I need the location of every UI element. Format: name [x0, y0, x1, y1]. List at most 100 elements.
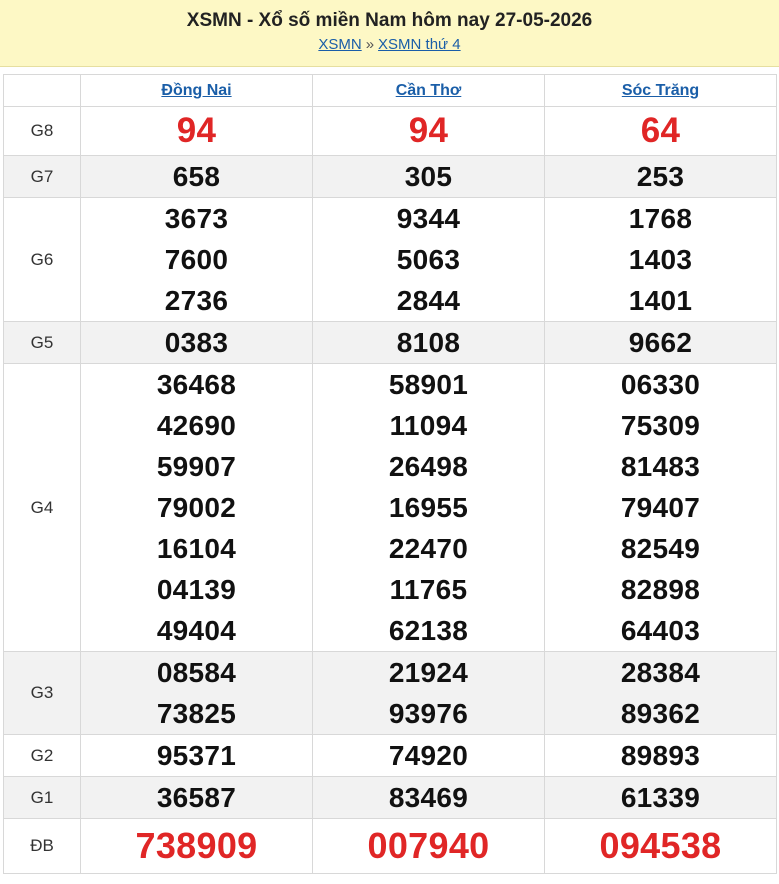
breadcrumb-link-xsmn[interactable]: XSMN — [318, 36, 361, 53]
prize-number: 75309 — [620, 410, 701, 441]
prize-number: 89362 — [620, 698, 701, 729]
prize-number: 94 — [176, 111, 217, 150]
province-link-soc-trang[interactable]: Sóc Trăng — [622, 82, 699, 99]
prize-number: 7600 — [164, 244, 229, 275]
prize-cell-g8-province-0: 94 — [80, 106, 313, 156]
prize-number: 81483 — [620, 451, 701, 482]
prize-number: 74920 — [388, 740, 469, 771]
prize-number: 11094 — [389, 410, 468, 441]
prize-cell-g7-province-2: 253 — [544, 155, 777, 198]
results-table: Đồng Nai Cần Thơ Sóc Trăng G8 94 94 64 G7 658… — [3, 74, 777, 874]
prize-number: 305 — [404, 161, 453, 192]
prize-number: 094538 — [599, 825, 722, 866]
breadcrumb-link-xsmn-thu-4[interactable]: XSMN thứ 4 — [378, 36, 461, 53]
page-header: XSMN - Xổ số miền Nam hôm nay 27-05-2026… — [0, 0, 779, 67]
prize-number: 06330 — [620, 369, 701, 400]
prize-cell-g4-province-2: 06330 75309 81483 79407 82549 82898 64403 — [544, 363, 777, 652]
prize-cell-g4-province-0: 36468 42690 59907 79002 16104 04139 49404 — [80, 363, 313, 652]
prize-label-g4: G4 — [3, 363, 81, 652]
prize-number: 11765 — [389, 574, 468, 605]
prize-number: 22470 — [388, 533, 469, 564]
prize-number: 738909 — [135, 825, 258, 866]
prize-number: 61339 — [620, 782, 701, 813]
prize-number: 82549 — [620, 533, 701, 564]
prize-number: 2844 — [396, 285, 461, 316]
prize-cell-g5-province-1: 8108 — [312, 321, 545, 364]
prize-number: 59907 — [156, 451, 237, 482]
prize-number: 42690 — [156, 410, 237, 441]
prize-number: 16955 — [388, 492, 469, 523]
prize-cell-g6-province-0: 3673 7600 2736 — [80, 197, 313, 322]
prize-cell-g1-province-2: 61339 — [544, 776, 777, 819]
breadcrumb: XSMN» XSMN thứ 4 — [0, 36, 779, 54]
prize-number: 79407 — [620, 492, 701, 523]
prize-cell-g3-province-1: 21924 93976 — [312, 651, 545, 735]
prize-cell-db-province-2: 094538 — [544, 818, 777, 874]
prize-number: 95371 — [156, 740, 237, 771]
prize-number: 93976 — [388, 698, 469, 729]
prize-number: 04139 — [156, 574, 237, 605]
prize-number: 1401 — [628, 285, 693, 316]
province-header-can-tho: Cần Thơ — [312, 74, 545, 107]
prize-number: 08584 — [156, 657, 237, 688]
prize-cell-g8-province-1: 94 — [312, 106, 545, 156]
breadcrumb-separator: » — [365, 36, 375, 53]
prize-number: 2736 — [164, 285, 229, 316]
prize-cell-g7-province-0: 658 — [80, 155, 313, 198]
prize-row-g2: G2 95371 74920 89893 — [3, 734, 777, 777]
prize-number: 62138 — [388, 615, 469, 646]
header-corner — [3, 74, 81, 107]
prize-cell-g8-province-2: 64 — [544, 106, 777, 156]
prize-number: 58901 — [388, 369, 469, 400]
prize-number: 9662 — [628, 327, 693, 358]
prize-cell-db-province-0: 738909 — [80, 818, 313, 874]
prize-number: 8108 — [396, 327, 461, 358]
prize-row-g3: G3 08584 73825 21924 93976 28384 89362 — [3, 651, 777, 735]
prize-number: 83469 — [388, 782, 469, 813]
prize-label-g2: G2 — [3, 734, 81, 777]
prize-cell-g1-province-1: 83469 — [312, 776, 545, 819]
prize-number: 253 — [636, 161, 685, 192]
prize-number: 64 — [640, 111, 681, 150]
prize-cell-g6-province-1: 9344 5063 2844 — [312, 197, 545, 322]
prize-cell-g2-province-0: 95371 — [80, 734, 313, 777]
prize-row-g4: G4 36468 42690 59907 79002 16104 04139 49404 589… — [3, 363, 777, 652]
province-link-dong-nai[interactable]: Đồng Nai — [161, 82, 231, 99]
prize-number: 28384 — [620, 657, 701, 688]
page-title: XSMN - Xổ số miền Nam hôm nay 27-05-2026 — [186, 10, 593, 31]
prize-number: 1768 — [628, 203, 693, 234]
prize-cell-g4-province-1: 58901 11094 26498 16955 22470 11765 62138 — [312, 363, 545, 652]
prize-cell-g2-province-2: 89893 — [544, 734, 777, 777]
prize-cell-g1-province-0: 36587 — [80, 776, 313, 819]
prize-row-g6: G6 3673 7600 2736 9344 5063 2844 1768 1403 1401 — [3, 197, 777, 322]
province-header-row: Đồng Nai Cần Thơ Sóc Trăng — [3, 74, 777, 107]
prize-row-g7: G7 658 305 253 — [3, 155, 777, 198]
prize-number: 26498 — [388, 451, 469, 482]
prize-cell-db-province-1: 007940 — [312, 818, 545, 874]
prize-label-g1: G1 — [3, 776, 81, 819]
prize-cell-g7-province-1: 305 — [312, 155, 545, 198]
province-link-can-tho[interactable]: Cần Thơ — [396, 82, 462, 99]
prize-number: 79002 — [156, 492, 237, 523]
prize-label-g6: G6 — [3, 197, 81, 322]
prize-number: 94 — [408, 111, 449, 150]
prize-cell-g2-province-1: 74920 — [312, 734, 545, 777]
prize-number: 007940 — [367, 825, 490, 866]
prize-number: 36587 — [156, 782, 237, 813]
prize-label-g7: G7 — [3, 155, 81, 198]
prize-number: 36468 — [156, 369, 237, 400]
prize-cell-g6-province-2: 1768 1403 1401 — [544, 197, 777, 322]
prize-label-g8: G8 — [3, 106, 81, 156]
prize-number: 0383 — [164, 327, 229, 358]
prize-number: 89893 — [620, 740, 701, 771]
prize-number: 658 — [172, 161, 221, 192]
prize-label-g3: G3 — [3, 651, 81, 735]
prize-cell-g5-province-0: 0383 — [80, 321, 313, 364]
prize-number: 64403 — [620, 615, 701, 646]
prize-number: 5063 — [396, 244, 461, 275]
prize-row-g5: G5 0383 8108 9662 — [3, 321, 777, 364]
prize-cell-g3-province-0: 08584 73825 — [80, 651, 313, 735]
province-header-dong-nai: Đồng Nai — [80, 74, 313, 107]
prize-row-db: ĐB 738909 007940 094538 — [3, 818, 777, 874]
prize-cell-g5-province-2: 9662 — [544, 321, 777, 364]
